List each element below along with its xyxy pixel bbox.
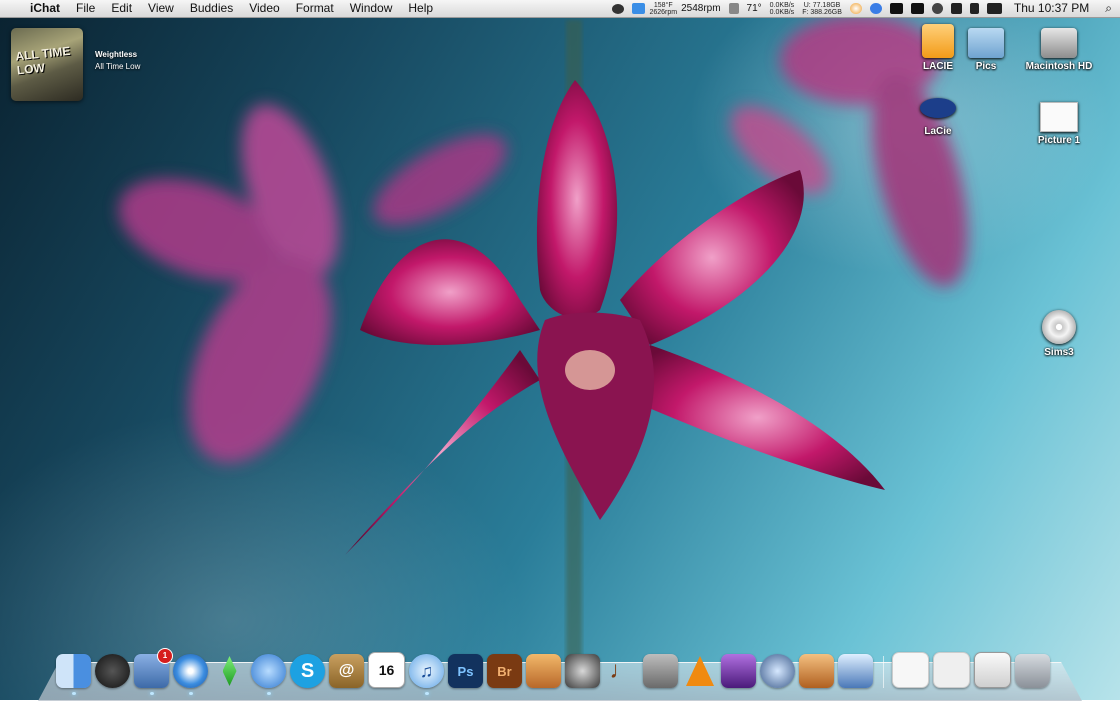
desktop-icon-label: LaCie: [924, 126, 952, 137]
album-art-text: ALL TIME LOW: [14, 43, 71, 78]
desktop-icon-sims3[interactable]: Sims3: [1019, 310, 1099, 358]
desktop-icon-label: Macintosh HD: [1025, 61, 1093, 72]
desktop-icon-macintosh-hd[interactable]: Macintosh HD: [1019, 24, 1099, 72]
apple-menu-icon[interactable]: [0, 0, 22, 17]
dock-itunes-icon[interactable]: ♫: [409, 654, 444, 695]
time-machine-icon[interactable]: [931, 3, 943, 14]
fan-speed-readout[interactable]: 2548rpm: [677, 3, 724, 14]
now-playing-info: Weightless All Time Low: [95, 49, 140, 101]
volume-icon[interactable]: [969, 3, 979, 14]
menu-help[interactable]: Help: [400, 0, 441, 17]
desktop-icon-label: Picture 1: [1037, 135, 1081, 146]
bridge-label: Br: [497, 663, 512, 679]
photoshop-label: Ps: [457, 663, 474, 679]
running-indicator: [71, 692, 76, 695]
track-artist: All Time Low: [95, 62, 141, 71]
dock-document-stack-icon[interactable]: [892, 652, 929, 688]
growl-icon[interactable]: [612, 3, 625, 14]
desktop-icon-lacie[interactable]: LaCie: [898, 96, 978, 137]
menu-window[interactable]: Window: [342, 0, 401, 17]
dock-separator: [883, 656, 884, 688]
screenshot-file-icon: [1040, 102, 1078, 132]
dock-safari-icon[interactable]: [173, 654, 208, 695]
dock-ical-icon[interactable]: 16: [368, 652, 405, 688]
ical-icon[interactable]: [849, 3, 862, 14]
dock-ichat-icon[interactable]: [251, 654, 286, 695]
menu-extras: 158°F 2626rpm 2548rpm 71° 0.0KB/s 0.0KB/s …: [608, 0, 1120, 17]
lacie-logo-icon: [920, 98, 956, 118]
weather-readout[interactable]: 71°: [743, 3, 766, 14]
dvd-icon: [1042, 310, 1076, 344]
dock-finder-icon[interactable]: [56, 654, 91, 695]
airport-icon[interactable]: [950, 3, 962, 14]
clock[interactable]: Thu 10:37 PM: [1006, 0, 1097, 17]
dock-photo-booth-icon[interactable]: [721, 654, 756, 688]
dock-downloads-stack-icon[interactable]: [933, 652, 970, 688]
dock-dashboard-icon[interactable]: [95, 654, 130, 688]
now-playing-widget[interactable]: ALL TIME LOW Weightless All Time Low: [11, 28, 140, 101]
ical-day: 16: [378, 662, 395, 678]
running-indicator: [424, 692, 429, 695]
mail-badge: 1: [157, 648, 173, 664]
stats-icon[interactable]: [889, 3, 903, 14]
sync-icon[interactable]: [869, 3, 882, 14]
dock-mail-icon[interactable]: 1: [134, 648, 173, 695]
dock-address-book-icon[interactable]: @: [329, 654, 364, 688]
weather-icon: [728, 3, 739, 14]
dock-utility-icon[interactable]: [760, 654, 795, 688]
dropbox-icon[interactable]: [632, 3, 646, 14]
app-menu-ichat[interactable]: iChat: [22, 0, 68, 17]
dock-applications-stack-icon[interactable]: [974, 652, 1011, 688]
disk-readout[interactable]: U: 77.18GB F: 388.26GB: [802, 2, 842, 16]
dock-system-preferences-icon[interactable]: [643, 654, 678, 688]
menu-format[interactable]: Format: [288, 0, 342, 17]
menu-bar: iChat File Edit View Buddies Video Forma…: [0, 0, 1120, 18]
network-readout[interactable]: 0.0KB/s 0.0KB/s: [770, 2, 795, 16]
track-title: Weightless: [95, 50, 138, 59]
battery-icon[interactable]: [986, 3, 1002, 14]
running-indicator: [188, 692, 193, 695]
running-indicator: [266, 692, 271, 695]
spotlight-icon[interactable]: ⌕: [1097, 0, 1120, 17]
menu-view[interactable]: View: [140, 0, 182, 17]
desktop-icon-pics[interactable]: Pics: [946, 24, 1026, 72]
dock-bridge-icon[interactable]: Br: [487, 654, 522, 688]
dock: 1 S @ 16 ♫ Ps Br ♩: [56, 648, 1076, 695]
hard-drive-icon: [1041, 28, 1077, 58]
running-indicator: [149, 692, 154, 695]
dock-trash-icon[interactable]: [1015, 654, 1050, 688]
dock-imovie-icon[interactable]: [565, 654, 600, 688]
menu-file[interactable]: File: [68, 0, 103, 17]
desktop-icon-picture-1[interactable]: Picture 1: [1019, 98, 1099, 146]
album-art: ALL TIME LOW: [11, 28, 83, 101]
dock-skype-icon[interactable]: S: [290, 654, 325, 688]
desktop-icon-label: Pics: [975, 61, 997, 72]
dock-sims3-icon[interactable]: [212, 654, 247, 688]
dock-keynote-icon[interactable]: [799, 654, 834, 688]
dock-iphoto-icon[interactable]: [526, 654, 561, 688]
dock-numbers-icon[interactable]: [838, 654, 873, 688]
menu-edit[interactable]: Edit: [103, 0, 140, 17]
folder-icon: [968, 28, 1004, 58]
temperature-readout[interactable]: 158°F 2626rpm: [649, 2, 677, 16]
menu-buddies[interactable]: Buddies: [182, 0, 241, 17]
dock-vlc-icon[interactable]: [682, 654, 717, 688]
bluetooth-icon[interactable]: [910, 3, 924, 14]
dock-photoshop-icon[interactable]: Ps: [448, 654, 483, 688]
desktop-icon-label: Sims3: [1044, 347, 1074, 358]
menu-video[interactable]: Video: [241, 0, 287, 17]
dock-garageband-icon[interactable]: ♩: [604, 654, 639, 688]
